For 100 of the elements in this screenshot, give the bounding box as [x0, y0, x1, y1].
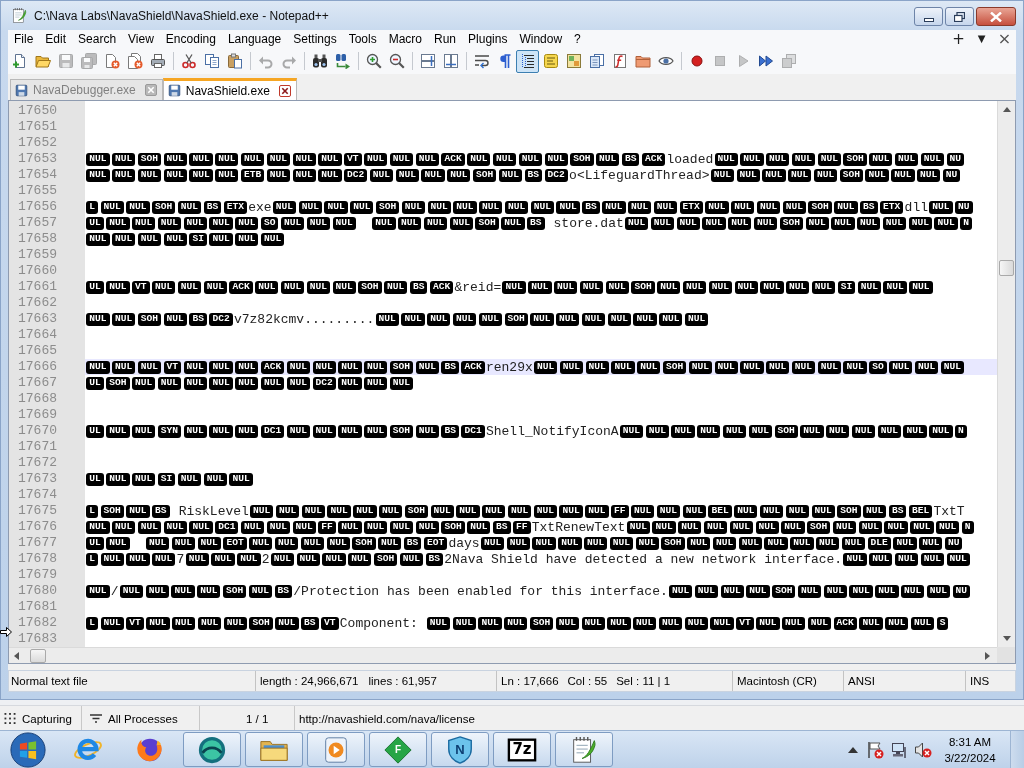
restore-icon — [954, 11, 965, 22]
diamond-icon — [383, 734, 413, 765]
menu-item[interactable]: File — [8, 30, 40, 48]
taskbar-button[interactable]: N — [431, 732, 489, 767]
scroll-down-icon[interactable] — [1002, 636, 1011, 641]
code-line: NUL NUL NUL VT NUL NUL NUL ACK NUL NUL NUL NUL SOH NUL BS ACK ren29x NUL NUL NUL NUL NUL SOH NUL NUL NUL NUL NUL NUL NUL SO NUL NUL NUL — [85, 360, 966, 375]
printer-icon — [149, 53, 166, 69]
side-panes-icon — [442, 53, 459, 69]
clock-time[interactable]: 8:31 AM — [948, 733, 992, 750]
file-type-label: Normal text file — [11, 675, 88, 687]
indent-guide-button[interactable] — [516, 49, 539, 73]
line-number: 17669 — [17, 407, 58, 423]
scrollbar-thumb[interactable] — [30, 648, 46, 663]
menu-item[interactable]: ? — [568, 30, 587, 48]
line-number: 17677 — [17, 535, 58, 551]
line-number: 17656 — [17, 199, 58, 215]
menu-item[interactable]: Search — [72, 30, 123, 48]
page-stack-icon — [588, 53, 605, 69]
column-label: Col : 55 — [567, 675, 608, 687]
scroll-up-icon[interactable] — [1002, 107, 1011, 112]
close-tab-button[interactable]: × — [993, 30, 1016, 48]
binoculars-icon — [311, 53, 328, 69]
lines-count-label: lines : 61,957 — [368, 675, 437, 687]
line-number: 17680 — [17, 583, 58, 599]
new-tab-button[interactable]: + — [947, 30, 970, 48]
code-line: NUL NUL NUL NUL SI NUL NUL NUL — [85, 232, 286, 247]
line-number: 17661 — [17, 279, 58, 295]
line-number: 17655 — [17, 183, 58, 199]
network-computer-icon[interactable] — [890, 740, 908, 759]
floppy-disks-icon — [80, 53, 97, 69]
minimize-icon — [923, 17, 934, 22]
flag-alert-icon[interactable] — [866, 740, 884, 759]
menu-item[interactable]: View — [122, 30, 160, 48]
pages-close-icon — [126, 53, 143, 69]
menu-item[interactable]: Edit — [39, 30, 73, 48]
scissors-icon — [180, 53, 197, 69]
line-number: 17660 — [17, 263, 58, 279]
restore-button[interactable] — [945, 7, 974, 26]
taskbar-button[interactable] — [555, 732, 613, 767]
line-number: 17674 — [17, 487, 58, 503]
caret-up-icon[interactable] — [848, 746, 858, 753]
menu-item[interactable]: Window — [513, 30, 569, 48]
taskbar-button[interactable]: 7z — [493, 732, 551, 767]
code-line: NUL NUL SOH NUL NUL NUL NUL NUL NUL NUL VT NUL NUL NUL ACK NUL NUL NUL NUL SOH NUL BS ACK loaded NUL NUL NUL NUL NUL SOH NUL NUL NUL NU — [85, 152, 966, 167]
insert-mode-label: INS — [970, 675, 990, 687]
taskbar-button[interactable] — [183, 732, 241, 767]
scrollbar-corner — [997, 647, 1015, 663]
scroll-right-icon[interactable] — [985, 651, 990, 660]
copy-pages-icon — [203, 53, 220, 69]
tab-list-button[interactable]: ▼ — [970, 30, 993, 48]
record-dot-icon — [688, 53, 705, 69]
zoom-out-icon — [388, 53, 405, 69]
code-line: UL NUL NUL NUL NUL EOT NUL NUL NUL NUL SOH NUL BS EOT days NUL NUL NUL NUL NUL NUL NUL SOH NUL NUL NUL NUL NUL NUL NUL DLE NUL NUL NU — [85, 536, 964, 551]
menu-item[interactable]: Macro — [382, 30, 428, 48]
speaker-muted-icon[interactable] — [914, 740, 932, 759]
clock-date[interactable]: 3/22/2024 — [944, 749, 996, 766]
line-position-label: Ln : 17,666 — [501, 675, 559, 687]
zoom-in-icon — [365, 53, 382, 69]
file-tab[interactable]: NavaShield.exe — [162, 78, 297, 100]
scroll-left-icon[interactable] — [14, 651, 19, 660]
menu-item[interactable]: Plugins — [462, 30, 514, 48]
binoculars-arrow-icon — [334, 53, 351, 69]
close-icon[interactable] — [278, 84, 291, 97]
filter-lines-icon — [90, 713, 102, 724]
function-page-icon — [611, 53, 628, 69]
vertical-scrollbar[interactable] — [997, 101, 1015, 647]
line-number: 17666 — [17, 359, 58, 375]
menu-item[interactable]: Settings — [287, 30, 343, 48]
shield-icon — [445, 734, 475, 765]
folder-icon — [634, 53, 651, 69]
minimize-button[interactable] — [914, 7, 943, 26]
window-title: C:\Nava Labs\NavaShield\NavaShield.exe - Notepad++ — [34, 8, 329, 23]
close-button[interactable] — [976, 7, 1016, 26]
menu-item[interactable]: Tools — [342, 30, 383, 48]
menu-item[interactable]: Encoding — [159, 30, 222, 48]
open-folder-icon — [34, 53, 51, 69]
code-line: L NUL NUL SOH NUL BS ETX exe NUL NUL NUL NUL SOH NUL NUL NUL NUL NUL NUL NUL BS NUL NUL NUL ETX NUL NUL NUL NUL SOH NUL BS ETX dll NUL NU — [85, 200, 974, 215]
code-line: L NUL NUL NUL 7 NUL NUL NUL 2 NUL NUL NUL NUL SOH NUL BS 2Nava Shield have detected a new network interface. NUL NUL NUL NUL NUL — [85, 552, 972, 567]
code-line: UL NUL NUL SI NUL NUL NUL — [85, 472, 254, 487]
menu-item[interactable]: Run — [428, 30, 463, 48]
close-icon — [990, 11, 1002, 22]
code-line: L NUL VT NUL NUL NUL NUL SOH NUL BS VT Component: NUL NUL NUL NUL SOH NUL NUL NUL NUL NUL NUL NUL VT NUL NUL NUL ACK NUL NUL NUL S — [85, 616, 950, 631]
selection-label: Sel : 11 | 1 — [616, 675, 671, 687]
line-number: 17650 — [17, 103, 58, 119]
code-line: NUL / NUL NUL NUL NUL SOH NUL BS /Protection has been enabled for this interface. NUL NUL NUL NUL SOH NUL NUL NUL NUL NUL NUL NU — [85, 584, 972, 599]
menu-item[interactable]: Language — [221, 30, 288, 48]
line-number: 17672 — [17, 455, 58, 471]
line-number: 17675 — [17, 503, 58, 519]
horizontal-scrollbar[interactable] — [9, 647, 997, 663]
capture-status: Capturing — [22, 712, 72, 725]
status-url: http://navashield.com/nava/license — [299, 712, 475, 725]
page-count: 1 / 1 — [246, 712, 269, 725]
code-line: UL SOH NUL NUL NUL NUL NUL NUL NUL DC2 NUL NUL NUL — [85, 376, 415, 391]
line-number: 17664 — [17, 327, 58, 343]
line-number: 17671 — [17, 439, 58, 455]
line-number: 17681 — [17, 599, 58, 615]
stacked-panes-icon — [419, 53, 436, 69]
scrollbar-thumb[interactable] — [999, 260, 1014, 276]
line-ending-label: Macintosh (CR) — [737, 675, 817, 687]
line-number: 17678 — [17, 551, 58, 567]
